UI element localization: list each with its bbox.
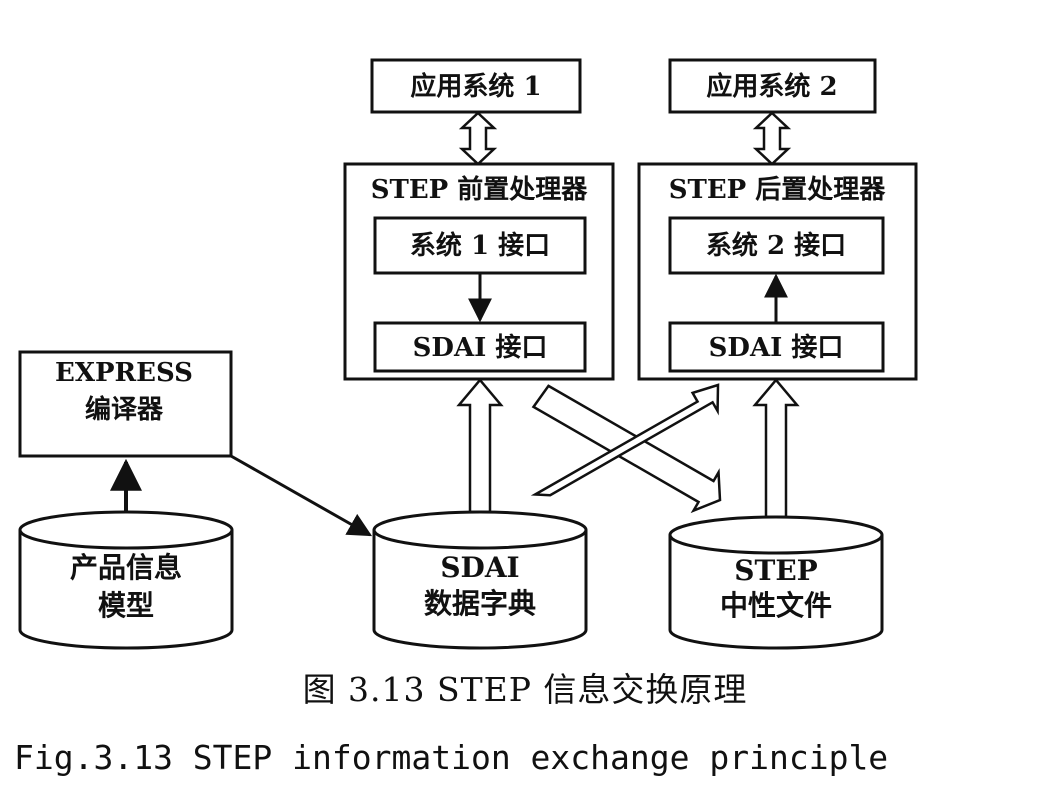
express-label-line2: 编译器	[85, 394, 164, 425]
step-file-to-sdai-interface-arrow	[752, 378, 800, 519]
app-system-2-box: 应用系统 2	[668, 58, 877, 114]
sdai-interface-right-label: SDAI 接口	[709, 333, 844, 363]
step-post-processor-box: STEP 后置处理器 系统 2 接口 SDAI 接口	[637, 162, 918, 381]
app2-post-double-arrow	[752, 111, 792, 166]
app-system-1-box: 应用系统 1	[370, 58, 582, 114]
sdai-dictionary-database: SDAI 数据字典	[372, 510, 588, 650]
app-system-2-label: 应用系统 2	[706, 71, 837, 102]
step-neutral-file-database: STEP 中性文件	[668, 515, 884, 650]
sdai-dict-label-line1: SDAI	[440, 551, 519, 584]
caption-chinese: 图 3.13 STEP 信息交换原理	[302, 670, 748, 709]
app1-pre-double-arrow	[458, 111, 498, 166]
express-to-sdai-dict-arrow	[230, 454, 373, 537]
sdai-dict-label-line2: 数据字典	[424, 587, 536, 620]
sdai-dict-to-sdai-interface-arrow	[456, 378, 504, 514]
pre-processor-label: STEP 前置处理器	[371, 174, 589, 205]
product-model-label-line1: 产品信息	[70, 551, 182, 584]
step-pre-processor-box: STEP 前置处理器 系统 1 接口 SDAI 接口	[343, 162, 615, 381]
express-label-line1: EXPRESS	[55, 358, 193, 388]
crossing-arrows	[530, 383, 722, 514]
product-model-database: 产品信息 模型	[18, 510, 234, 650]
product-model-label-line2: 模型	[98, 589, 154, 622]
express-compiler-box: EXPRESS 编译器	[18, 350, 233, 458]
app-system-1-label: 应用系统 1	[410, 71, 541, 102]
sdai-interface-left-label: SDAI 接口	[413, 333, 548, 363]
post-processor-label: STEP 后置处理器	[669, 175, 887, 205]
step-file-label-line1: STEP	[734, 554, 817, 587]
system-1-interface-label: 系统 1 接口	[410, 230, 550, 261]
system-2-interface-label: 系统 2 接口	[706, 230, 846, 261]
step-file-label-line2: 中性文件	[720, 589, 832, 622]
caption-english: Fig.3.13 STEP information exchange princ…	[14, 738, 889, 777]
